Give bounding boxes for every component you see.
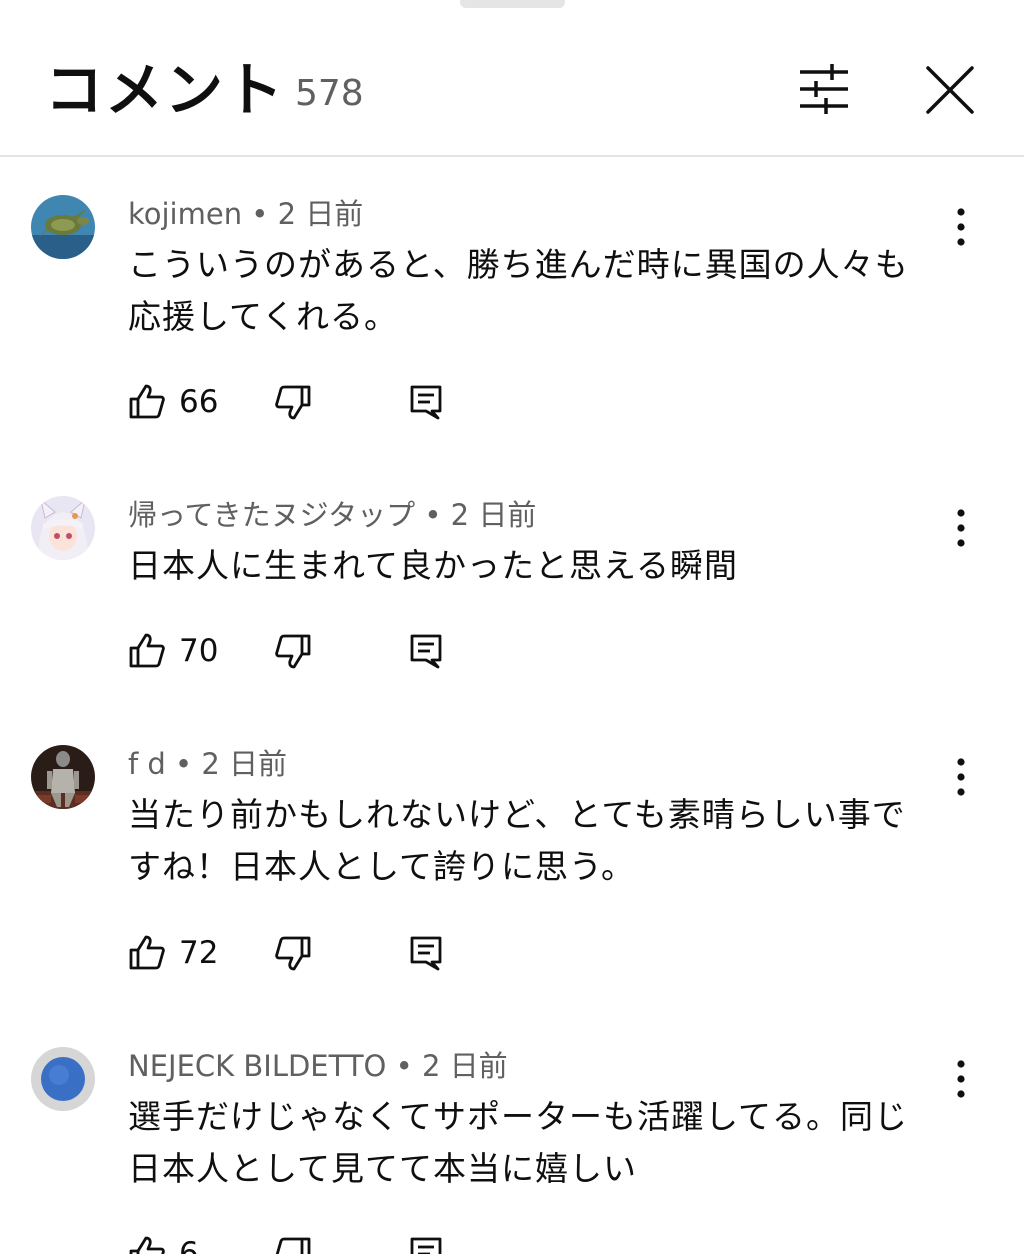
like-count: 6 (179, 1236, 199, 1254)
reply-icon (410, 385, 442, 420)
comment-item: f d • 2 日前 当たり前かもしれないけど、とても素晴らしい事で すね！日本… (0, 745, 1024, 1005)
comment-actions: 6 (128, 1235, 528, 1254)
reply-button[interactable] (408, 383, 444, 421)
like-count: 72 (179, 935, 219, 971)
comment-meta: 帰ってきたヌジタップ • 2 日前 (128, 498, 537, 532)
thumbs-up-icon (129, 633, 165, 668)
comment-text: こういうのがあると、勝ち進んだ時に異国の人々も 応援してくれる。 (128, 239, 928, 343)
reply-icon (410, 634, 442, 669)
comment-meta: f d • 2 日前 (128, 747, 288, 781)
comment-text-line: 選手だけじゃなくてサポーターも活躍してる。同じ (128, 1097, 909, 1136)
comment-count: 578 (295, 73, 364, 114)
more-vertical-icon (957, 758, 965, 796)
dislike-button[interactable] (274, 1235, 312, 1254)
thumbs-down-icon (275, 1237, 311, 1254)
comment-actions: 66 (128, 383, 528, 423)
comment-text-line: 日本人として見てて本当に嬉しい (128, 1149, 638, 1188)
dislike-button[interactable] (274, 383, 312, 421)
reply-button[interactable] (408, 632, 444, 670)
like-button[interactable] (128, 632, 166, 670)
filter-button[interactable] (796, 62, 854, 116)
avatar-anime-image (31, 496, 95, 560)
more-button[interactable] (944, 1059, 978, 1099)
thumbs-up-icon (129, 1236, 165, 1254)
thumbs-down-icon (275, 385, 311, 420)
comment-text-line: こういうのがあると、勝ち進んだ時に異国の人々も (128, 245, 909, 284)
thumbs-down-icon (275, 936, 311, 971)
comment-time: 2 日前 (421, 1049, 508, 1083)
like-button[interactable] (128, 1235, 166, 1254)
comment-text-line: 応援してくれる。 (128, 297, 399, 336)
comment-time: 2 日前 (450, 498, 537, 532)
more-button[interactable] (944, 757, 978, 797)
reply-icon (410, 1237, 442, 1254)
reply-button[interactable] (408, 934, 444, 972)
comment-text: 日本人に生まれて良かったと思える瞬間 (128, 540, 928, 592)
comment-time: 2 日前 (201, 747, 288, 781)
avatar-blue-circle-image (31, 1047, 95, 1111)
comment-text: 選手だけじゃなくてサポーターも活躍してる。同じ 日本人として見てて本当に嬉しい (128, 1091, 928, 1195)
comment-item: kojimen • 2 日前 こういうのがあると、勝ち進んだ時に異国の人々も 応… (0, 195, 1024, 455)
comment-author[interactable]: 帰ってきたヌジタップ (128, 498, 415, 532)
dislike-button[interactable] (274, 632, 312, 670)
comment-text-line: 日本人に生まれて良かったと思える瞬間 (128, 546, 739, 585)
like-count: 70 (179, 633, 219, 669)
comments-header: コメント 578 (0, 0, 1024, 157)
like-count: 66 (179, 384, 219, 420)
comment-item: NEJECK BILDETTO • 2 日前 選手だけじゃなくてサポーターも活躍… (0, 1047, 1024, 1254)
sliders-icon (800, 64, 848, 114)
comment-text-line: 当たり前かもしれないけど、とても素晴らしい事で (128, 795, 906, 834)
thumbs-up-icon (129, 384, 165, 419)
comment-item: 帰ってきたヌジタップ • 2 日前 日本人に生まれて良かったと思える瞬間 70 (0, 496, 1024, 696)
comment-time: 2 日前 (277, 197, 364, 231)
comment-author[interactable]: f d (128, 747, 166, 781)
avatar-turtle-image (31, 195, 95, 259)
comment-author[interactable]: kojimen (128, 197, 242, 231)
avatar[interactable] (31, 745, 95, 809)
thumbs-up-icon (129, 935, 165, 970)
comment-actions: 70 (128, 632, 528, 672)
more-button[interactable] (944, 508, 978, 548)
more-button[interactable] (944, 207, 978, 247)
close-icon (926, 66, 974, 114)
comment-text-line: すね！日本人として誇りに思う。 (128, 847, 636, 886)
reply-icon (410, 936, 442, 971)
more-vertical-icon (957, 1060, 965, 1098)
comment-text: 当たり前かもしれないけど、とても素晴らしい事で すね！日本人として誇りに思う。 (128, 789, 928, 893)
like-button[interactable] (128, 383, 166, 421)
avatar-armor-image (31, 745, 95, 809)
close-button[interactable] (922, 62, 978, 118)
like-button[interactable] (128, 934, 166, 972)
page-title: コメント (45, 56, 286, 124)
comment-author[interactable]: NEJECK BILDETTO (128, 1049, 386, 1083)
comment-actions: 72 (128, 934, 528, 974)
avatar[interactable] (31, 1047, 95, 1111)
comment-meta: kojimen • 2 日前 (128, 197, 364, 231)
thumbs-down-icon (275, 634, 311, 669)
more-vertical-icon (957, 509, 965, 547)
more-vertical-icon (957, 208, 965, 246)
dislike-button[interactable] (274, 934, 312, 972)
comment-meta: NEJECK BILDETTO • 2 日前 (128, 1049, 508, 1083)
reply-button[interactable] (408, 1235, 444, 1254)
avatar[interactable] (31, 195, 95, 259)
avatar[interactable] (31, 496, 95, 560)
